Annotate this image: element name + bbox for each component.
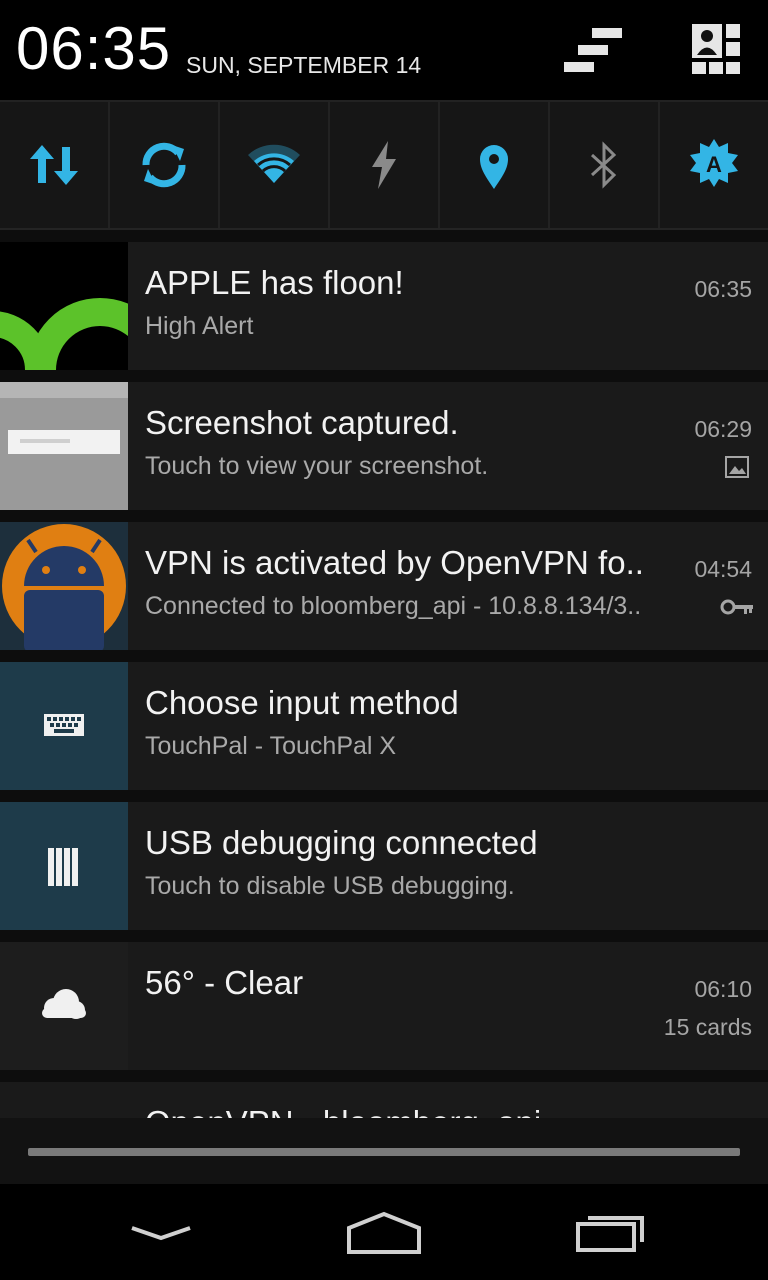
notification-time: 06:10 xyxy=(694,976,752,1002)
key-icon xyxy=(720,594,754,620)
notification-screenshot[interactable]: Screenshot captured. Touch to view your … xyxy=(0,382,768,510)
notification-text: Connected to bloomberg_api - 10.8.8.134/… xyxy=(145,592,642,620)
flash-icon xyxy=(372,141,396,189)
notification-title: USB debugging connected xyxy=(145,824,538,861)
notification-weather[interactable]: 56° - Clear 06:10 15 cards xyxy=(0,942,768,1070)
notification-title: VPN is activated by OpenVPN fo.. xyxy=(145,544,644,581)
navigation-bar xyxy=(0,1184,768,1280)
wifi-toggle[interactable] xyxy=(220,102,330,228)
auto-brightness-toggle[interactable]: A xyxy=(660,102,768,228)
notification-text: High Alert xyxy=(145,312,254,340)
notification-text: TouchPal - TouchPal X xyxy=(145,732,397,760)
notification-time: 04:54 xyxy=(694,556,752,582)
status-header: 06:35 SUN, SEPTEMBER 14 xyxy=(0,0,768,100)
notification-openvpn[interactable]: OpenVPN - bloomberg_api xyxy=(0,1082,768,1118)
notification-title: OpenVPN - bloomberg_api xyxy=(145,1104,541,1118)
recents-icon[interactable] xyxy=(566,1206,656,1258)
notification-title: Choose input method xyxy=(145,684,459,721)
notification-time: 06:29 xyxy=(694,416,752,442)
wifi-icon xyxy=(248,144,300,183)
home-icon[interactable] xyxy=(339,1206,429,1258)
clear-all-icon[interactable] xyxy=(562,22,622,78)
clock: 06:35 xyxy=(16,15,172,82)
notification-title: Screenshot captured. xyxy=(145,404,459,441)
notification-info: 15 cards xyxy=(663,1014,752,1040)
notification-time: 06:35 xyxy=(694,276,752,302)
notification-apple[interactable]: APPLE has floon! High Alert 06:35 xyxy=(0,242,768,370)
notification-text: Touch to disable USB debugging. xyxy=(145,872,515,900)
flash-toggle[interactable] xyxy=(330,102,440,228)
location-icon xyxy=(480,145,508,189)
notification-input-method[interactable]: Choose input method TouchPal - TouchPal … xyxy=(0,662,768,790)
back-icon[interactable] xyxy=(116,1206,206,1258)
quick-settings: A xyxy=(0,100,768,230)
notification-title: APPLE has floon! xyxy=(145,264,404,301)
location-toggle[interactable] xyxy=(440,102,550,228)
auto-brightness-icon: A xyxy=(690,139,738,187)
usb-debug-icon xyxy=(0,802,128,930)
keyboard-icon xyxy=(0,662,128,790)
notification-text: Touch to view your screenshot. xyxy=(145,452,489,480)
notification-thumbnail xyxy=(0,242,128,370)
notification-vpn[interactable]: VPN is activated by OpenVPN fo.. Connect… xyxy=(0,522,768,650)
svg-text:A: A xyxy=(706,152,722,177)
date-label: SUN, SEPTEMBER 14 xyxy=(186,52,422,78)
sync-toggle[interactable] xyxy=(110,102,220,228)
screenshot-thumbnail xyxy=(0,382,128,510)
mobile-data-icon xyxy=(30,145,78,185)
mobile-data-toggle[interactable] xyxy=(0,102,110,228)
notification-title: 56° - Clear xyxy=(145,964,304,1001)
notification-usb-debugging[interactable]: USB debugging connected Touch to disable… xyxy=(0,802,768,930)
cloud-icon xyxy=(0,942,128,1070)
bluetooth-toggle[interactable] xyxy=(550,102,660,228)
sync-icon xyxy=(142,142,186,188)
image-icon xyxy=(724,454,750,480)
user-settings-icon[interactable] xyxy=(688,22,748,78)
shade-drag-handle[interactable] xyxy=(28,1148,740,1156)
vpn-thumbnail xyxy=(0,522,128,650)
bluetooth-icon xyxy=(590,141,617,189)
